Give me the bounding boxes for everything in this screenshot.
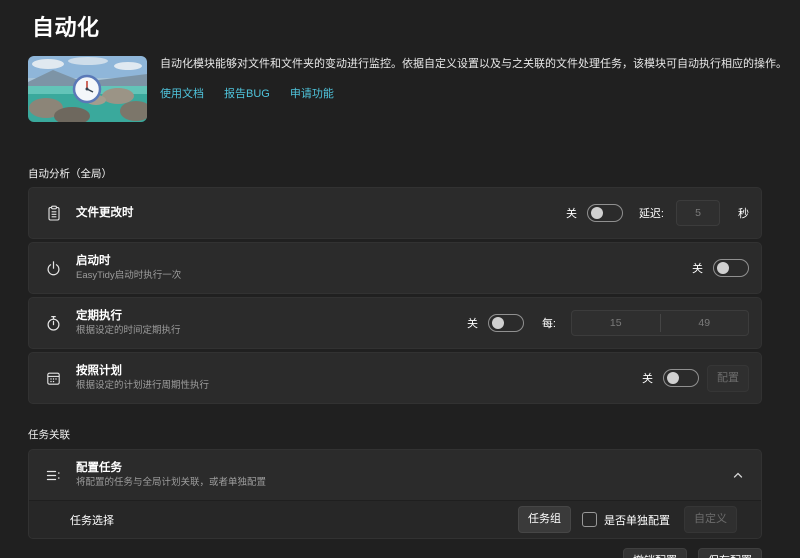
hero-section: 自动化模块能够对文件和文件夹的变动进行监控。依据自定义设置以及与之关联的文件处理… <box>28 56 800 122</box>
card-title: 文件更改时 <box>76 206 566 221</box>
section-task-association: 任务关联 <box>28 427 800 442</box>
card-periodic: 定期执行 根据设定的时间定期执行 关 每: 15 49 <box>28 297 762 349</box>
hero-links: 使用文档 报告BUG 申请功能 <box>160 85 787 101</box>
startup-toggle[interactable] <box>713 259 749 277</box>
footer-actions: 撤销配置 保存配置 <box>0 548 762 558</box>
task-selection-row: 任务选择 任务组 是否单独配置 自定义 <box>29 500 761 538</box>
toggle-state-label: 关 <box>642 370 653 386</box>
toggle-state-label: 关 <box>692 260 703 276</box>
card-startup: 启动时 EasyTidy启动时执行一次 关 <box>28 242 762 294</box>
stopwatch-icon <box>45 315 62 332</box>
expander-header[interactable]: 配置任务 将配置的任务与全局计划关联，或者单独配置 <box>29 450 761 500</box>
section-global-analysis: 自动分析（全局） <box>28 166 800 181</box>
seconds-unit-label: 秒 <box>738 205 749 221</box>
toggle-state-label: 关 <box>566 205 577 221</box>
task-selection-label: 任务选择 <box>70 512 518 528</box>
task-group-button[interactable]: 任务组 <box>518 506 571 533</box>
card-subtitle: 根据设定的时间定期执行 <box>76 325 467 337</box>
page-title: 自动化 <box>32 10 800 42</box>
global-settings-cards: 文件更改时 关 延迟: 5 秒 <box>28 187 762 404</box>
task-config-expander: 配置任务 将配置的任务与全局计划关联，或者单独配置 任务选择 任务组 是否单独配… <box>28 449 762 539</box>
automation-settings-page: 自动化 自动化模 <box>0 0 800 558</box>
file-change-toggle[interactable] <box>587 204 623 222</box>
delay-label: 延迟: <box>639 205 664 221</box>
card-schedule: 按照计划 根据设定的计划进行周期性执行 关 配置 <box>28 352 762 404</box>
task-list-icon <box>45 467 62 484</box>
lake-clock-illustration <box>28 56 147 122</box>
card-title: 按照计划 <box>76 364 642 379</box>
delay-input[interactable]: 5 <box>676 200 720 226</box>
every-label: 每: <box>542 315 556 331</box>
minute-input[interactable]: 49 <box>661 311 749 335</box>
periodic-toggle[interactable] <box>488 314 524 332</box>
time-picker: 15 49 <box>571 310 749 336</box>
module-description: 自动化模块能够对文件和文件夹的变动进行监控。依据自定义设置以及与之关联的文件处理… <box>160 58 787 72</box>
schedule-config-button[interactable]: 配置 <box>707 365 749 392</box>
separate-config-checkbox[interactable] <box>582 512 597 527</box>
card-file-change: 文件更改时 关 延迟: 5 秒 <box>28 187 762 239</box>
calendar-icon <box>45 370 62 387</box>
feature-request-link[interactable]: 申请功能 <box>290 85 334 101</box>
report-bug-link[interactable]: 报告BUG <box>224 85 270 101</box>
hour-input[interactable]: 15 <box>572 311 660 335</box>
clipboard-icon <box>45 205 62 222</box>
expander-subtitle: 将配置的任务与全局计划关联，或者单独配置 <box>76 477 721 489</box>
toggle-state-label: 关 <box>467 315 478 331</box>
save-config-button[interactable]: 保存配置 <box>698 548 762 558</box>
schedule-toggle[interactable] <box>663 369 699 387</box>
hero-text-block: 自动化模块能够对文件和文件夹的变动进行监控。依据自定义设置以及与之关联的文件处理… <box>160 56 787 101</box>
docs-link[interactable]: 使用文档 <box>160 85 204 101</box>
card-subtitle: EasyTidy启动时执行一次 <box>76 270 692 282</box>
undo-config-button[interactable]: 撤销配置 <box>623 548 687 558</box>
module-thumbnail <box>28 56 147 122</box>
card-title: 启动时 <box>76 254 692 269</box>
power-icon <box>45 260 62 277</box>
separate-config-label: 是否单独配置 <box>604 512 670 528</box>
custom-button[interactable]: 自定义 <box>684 506 737 533</box>
expander-title: 配置任务 <box>76 461 721 476</box>
card-title: 定期执行 <box>76 309 467 324</box>
card-subtitle: 根据设定的计划进行周期性执行 <box>76 380 642 392</box>
chevron-up-icon[interactable] <box>729 466 747 484</box>
